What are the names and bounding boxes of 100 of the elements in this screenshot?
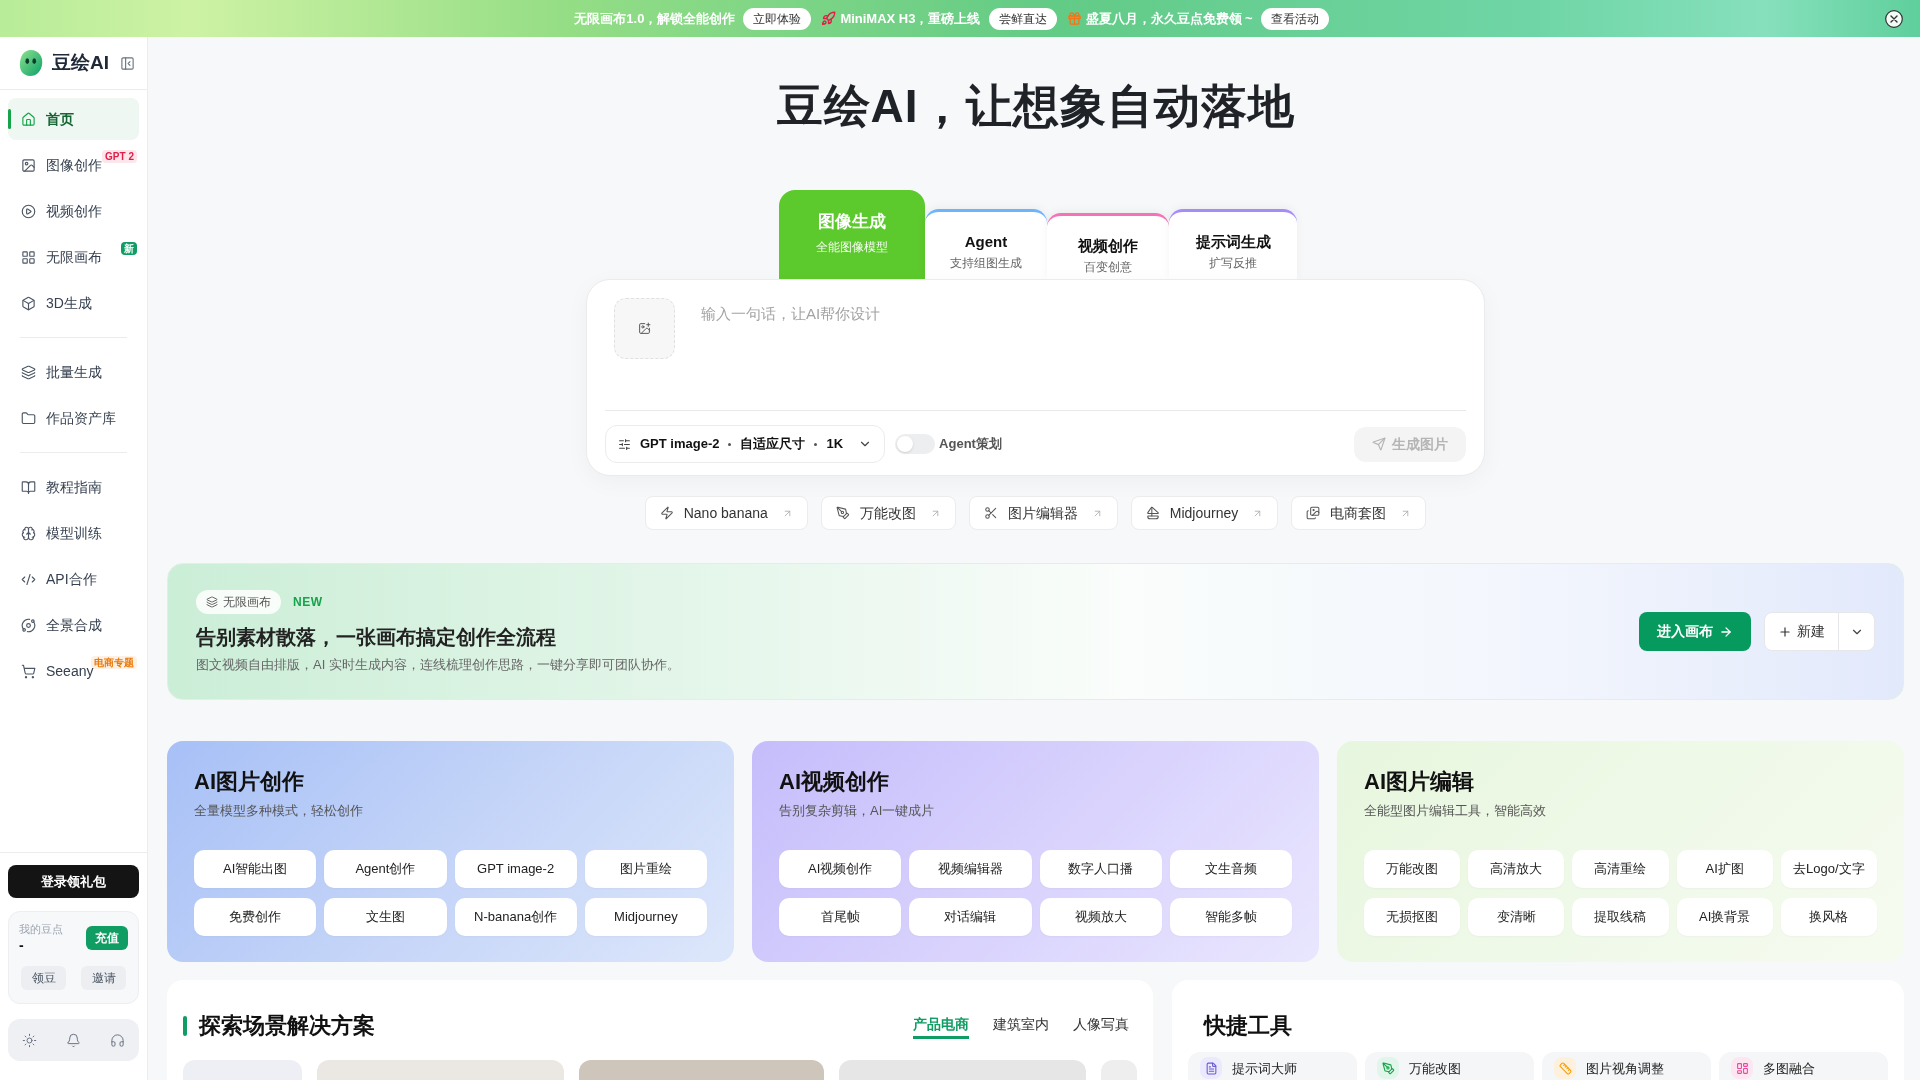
nav-item[interactable]: 首页 xyxy=(8,98,139,140)
canvas-tag: 无限画布 xyxy=(196,589,281,614)
agent-toggle[interactable] xyxy=(895,434,936,454)
theme-icon[interactable] xyxy=(22,1032,38,1048)
feature-button[interactable]: 视频放大 xyxy=(1039,898,1162,936)
logo-icon xyxy=(18,49,44,77)
feature-button[interactable]: 变清晰 xyxy=(1468,898,1565,936)
feature-button[interactable]: 高清放大 xyxy=(1468,850,1565,888)
folder-icon xyxy=(21,410,36,426)
quick-tool-tile[interactable]: 万能改图 xyxy=(1365,1052,1534,1080)
feature-button[interactable]: 视频编辑器 xyxy=(909,850,1032,888)
feature-button[interactable]: 文生图 xyxy=(324,898,447,936)
feature-button[interactable]: Midjourney xyxy=(584,898,707,936)
points-action-button[interactable]: 领豆 xyxy=(21,966,66,990)
feature-button[interactable]: 文生音频 xyxy=(1169,850,1292,888)
sailboat-icon xyxy=(1145,506,1160,520)
quick-link-chip[interactable]: Midjourney xyxy=(1130,496,1279,530)
feature-button[interactable]: Agent创作 xyxy=(324,850,447,888)
promo-button[interactable]: 尝鲜直达 xyxy=(988,7,1057,30)
nav-item[interactable]: 无限画布 新 xyxy=(8,236,139,278)
scene-tab[interactable]: 建筑室内 xyxy=(993,1013,1049,1039)
section-title: 快捷工具 xyxy=(1202,1012,1293,1040)
scene-tab[interactable]: 产品电商 xyxy=(913,1013,969,1039)
login-button[interactable]: 登录领礼包 xyxy=(8,865,139,898)
points-value: - xyxy=(19,936,25,954)
feature-button[interactable]: 首尾帧 xyxy=(779,898,902,936)
nav-item[interactable]: API合作 xyxy=(8,558,139,600)
cart-icon xyxy=(21,663,36,679)
feature-button[interactable]: 无损抠图 xyxy=(1364,898,1461,936)
quick-link-chip[interactable]: 图片编辑器 xyxy=(968,496,1118,530)
feature-button[interactable]: GPT image-2 xyxy=(454,850,577,888)
model-selector[interactable]: GPT image-2 自适应尺寸 1K xyxy=(605,425,886,463)
quick-link-chip[interactable]: 万能改图 xyxy=(820,496,956,530)
quick-tool-tile[interactable]: 多图融合 xyxy=(1719,1052,1888,1080)
quick-link-chip[interactable]: 电商套图 xyxy=(1291,496,1427,530)
hero-title: 豆绘AI，让想象自动落地 xyxy=(776,79,1295,134)
feature-button[interactable]: 免费创作 xyxy=(194,898,317,936)
image-icon xyxy=(21,157,36,173)
nav-item[interactable]: 作品资产库 xyxy=(8,397,139,439)
nav-item[interactable]: 图像创作 GPT 2 xyxy=(8,144,139,186)
promo-button[interactable]: 查看活动 xyxy=(1260,7,1329,30)
quick-link-chip[interactable]: Nano banana xyxy=(644,496,808,530)
feature-button[interactable]: AI扩图 xyxy=(1676,850,1773,888)
sliders-icon xyxy=(618,437,631,451)
scene-tab[interactable]: 人像写真 xyxy=(1073,1013,1129,1039)
nav-item[interactable]: 模型训练 xyxy=(8,512,139,554)
cube-icon xyxy=(21,295,36,311)
mode-tab[interactable]: 提示词生成 扩写反推 xyxy=(1169,209,1297,279)
feature-button[interactable]: 对话编辑 xyxy=(909,898,1032,936)
ruler-icon xyxy=(1554,1057,1576,1079)
dashboard-icon xyxy=(1731,1057,1753,1079)
mode-tab[interactable]: 视频创作 百变创意 xyxy=(1047,213,1169,279)
close-icon[interactable] xyxy=(1885,9,1903,28)
promo-button[interactable]: 立即体验 xyxy=(743,7,812,30)
feature-button[interactable]: 图片重绘 xyxy=(584,850,707,888)
orbit-icon xyxy=(21,617,36,633)
enter-canvas-button[interactable]: 进入画布 xyxy=(1639,612,1751,651)
scissors-icon xyxy=(983,506,998,520)
mode-tab[interactable]: Agent 支持组图生成 xyxy=(925,209,1047,279)
nav-item[interactable]: 教程指南 xyxy=(8,466,139,508)
notification-icon[interactable] xyxy=(66,1032,81,1048)
feature-button[interactable]: 去Logo/文字 xyxy=(1780,850,1877,888)
support-icon[interactable] xyxy=(109,1032,125,1048)
nav-badge: 电商专题 xyxy=(91,656,137,669)
feature-button[interactable]: AI智能出图 xyxy=(194,850,317,888)
nav-item[interactable]: 全景合成 xyxy=(8,604,139,646)
feature-button[interactable]: 数字人口播 xyxy=(1039,850,1162,888)
nav-item[interactable]: 批量生成 xyxy=(8,351,139,393)
quick-tool-tile[interactable]: 提示词大师 xyxy=(1188,1052,1357,1080)
feature-button[interactable]: 万能改图 xyxy=(1364,850,1461,888)
quick-tool-tile[interactable]: 图片视角调整 xyxy=(1542,1052,1711,1080)
feature-button[interactable]: 提取线稿 xyxy=(1572,898,1669,936)
sidebar-collapse-icon[interactable] xyxy=(120,55,135,71)
feature-button[interactable]: 换风格 xyxy=(1780,898,1877,936)
new-label: NEW xyxy=(293,593,323,611)
nav-item[interactable]: 视频创作 xyxy=(8,190,139,232)
feature-button[interactable]: AI视频创作 xyxy=(779,850,902,888)
feature-button[interactable]: N-banana创作 xyxy=(454,898,577,936)
feature-button[interactable]: AI换背景 xyxy=(1676,898,1773,936)
card-subtitle: 告别复杂剪辑，AI一键成片 xyxy=(779,802,936,820)
image-add-icon xyxy=(638,322,651,335)
card-title: AI图片编辑 xyxy=(1364,768,1475,796)
promo-text: 无限画布1.0，解锁全能创作 xyxy=(574,9,736,28)
card-subtitle: 全能型图片编辑工具，智能高效 xyxy=(1364,802,1547,820)
new-button[interactable]: 新建 xyxy=(1765,613,1838,650)
points-action-button[interactable]: 邀请 xyxy=(81,966,126,990)
images-icon xyxy=(1306,506,1321,520)
book-icon xyxy=(21,479,36,495)
nav-item[interactable]: 3D生成 xyxy=(8,282,139,324)
feature-button[interactable]: 高清重绘 xyxy=(1572,850,1669,888)
prompt-input[interactable]: 输入一句话，让AI帮你设计 xyxy=(701,302,1466,382)
section-bar xyxy=(183,1016,187,1036)
promo-text: MiniMAX H3，重磅上线 xyxy=(840,9,981,28)
document-icon xyxy=(1200,1057,1222,1079)
feature-button[interactable]: 智能多帧 xyxy=(1169,898,1292,936)
layers-icon xyxy=(21,364,36,380)
lightning-icon xyxy=(659,506,674,520)
section-title: 探索场景解决方案 xyxy=(199,1012,375,1040)
grid-icon xyxy=(21,249,36,265)
canvas-title: 告别素材散落，一张画布搞定创作全流程 xyxy=(196,624,557,650)
